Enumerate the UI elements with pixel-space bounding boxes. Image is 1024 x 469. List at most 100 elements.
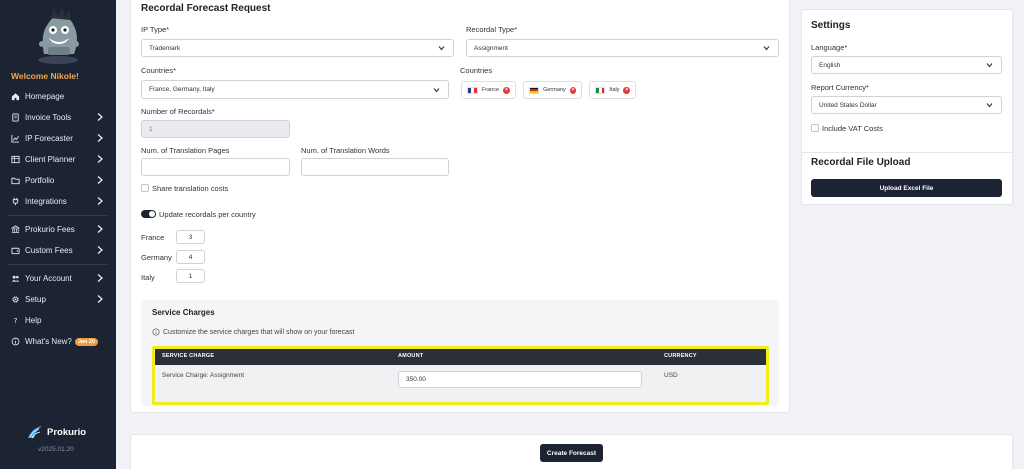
sidebar-item-label: Your Account [25,274,72,283]
settings-divider [801,152,1013,153]
translation-words-input[interactable] [301,158,449,176]
translation-words-label: Num. of Translation Words [301,146,390,155]
question-icon: ? [10,316,20,326]
upload-excel-button[interactable]: Upload Excel File [811,179,1002,197]
selected-countries-label: Countries [460,66,493,75]
sidebar-item-portfolio[interactable]: Portfolio [0,170,116,191]
chevron-down-icon [986,103,993,108]
bank-icon [10,225,20,235]
sidebar-item-setup[interactable]: Setup [0,289,116,310]
chevron-right-icon [97,197,103,205]
sidebar-item-whats-new[interactable]: What's New? Jan 20 [0,331,116,352]
sidebar-item-integrations[interactable]: Integrations [0,191,116,212]
chevron-right-icon [97,176,103,184]
language-select[interactable]: English [811,56,1002,74]
sidebar-item-help[interactable]: ? Help [0,310,116,331]
chevron-right-icon [97,225,103,233]
germany-flag-icon [529,86,540,94]
sidebar-item-label: Help [25,316,42,325]
chevron-right-icon [97,295,103,303]
sidebar-item-homepage[interactable]: Homepage [0,86,116,107]
share-costs-label: Share translation costs [152,184,229,193]
sidebar-item-label: Invoice Tools [25,113,72,122]
remove-france-icon[interactable]: × [503,86,510,94]
per-country-input-germany[interactable]: 4 [176,250,205,264]
per-country-value: 3 [188,233,193,241]
include-vat-checkbox[interactable] [811,124,819,132]
countries-label: Countries* [141,66,177,75]
sidebar-item-your-account[interactable]: Your Account [0,268,116,289]
sidebar-item-label: What's New? [25,337,72,346]
service-charges-hint: Customize the service charges that will … [152,328,354,336]
brand: Prokurio [26,424,86,440]
sidebar-item-client-planner[interactable]: Client Planner [0,149,116,170]
update-per-country-label: Update recordals per country [159,210,256,219]
ip-type-select[interactable]: Trademark [141,39,454,57]
settings-title: Settings [811,20,851,31]
italy-flag-icon [595,86,606,94]
num-recordals-value: 1 [149,125,153,133]
remove-italy-icon[interactable]: × [623,86,630,94]
per-country-value: 1 [188,272,193,280]
users-icon [10,274,20,284]
share-costs-checkbox[interactable] [141,184,149,192]
per-country-input-france[interactable]: 3 [176,230,205,244]
sidebar-item-custom-fees[interactable]: Custom Fees [0,240,116,261]
per-country-label-france: France [141,233,165,242]
chevron-down-icon [438,46,445,51]
translation-pages-label: Num. of Translation Pages [141,146,230,155]
report-currency-label: Report Currency* [811,83,869,92]
chevron-right-icon [97,246,103,254]
prokurio-logo-icon [28,426,42,439]
sidebar-item-label: IP Forecaster [25,134,73,143]
country-chip-germany: Germany × [523,81,582,99]
language-value: English [819,61,841,69]
chevron-right-icon [97,134,103,142]
sidebar-item-invoice-tools[interactable]: Invoice Tools [0,107,116,128]
countries-value: France, Germany, Italy [149,86,215,93]
gear-icon [10,295,20,305]
chevron-right-icon [97,155,103,163]
sidebar-item-label: Prokurio Fees [25,225,75,234]
recordal-type-label: Recordal Type* [466,25,518,34]
chevron-down-icon [986,63,993,68]
sidebar-item-label: Homepage [25,92,65,101]
translation-pages-input[interactable] [141,158,290,176]
chevron-down-icon [763,46,770,51]
chevron-down-icon [433,87,440,92]
hint-text: Customize the service charges that will … [163,328,355,336]
country-chip-france: France × [461,81,516,99]
per-country-input-italy[interactable]: 1 [176,269,205,283]
info-icon [10,337,20,347]
chart-icon [10,134,20,144]
plug-icon [10,197,20,207]
ip-type-value: Trademark [149,44,181,52]
france-flag-icon [467,86,478,94]
sidebar-item-prokurio-fees[interactable]: Prokurio Fees [0,219,116,240]
update-per-country-toggle[interactable] [141,210,156,218]
highlight-box [152,346,769,405]
version-text: v2025.01.20 [38,446,74,453]
sidebar: Welcome Nikole! Homepage Invoice Tools I… [0,0,116,469]
chip-label: Italy [609,87,620,93]
create-forecast-button[interactable]: Create Forecast [540,444,603,462]
num-recordals-label: Number of Recordals* [141,107,215,116]
home-icon [10,92,20,102]
welcome-text: Welcome Nikole! [11,71,79,81]
recordal-upload-title: Recordal File Upload [811,157,911,168]
remove-germany-icon[interactable]: × [569,86,576,94]
brand-name: Prokurio [47,426,87,438]
recordal-type-select[interactable]: Assignment [466,39,779,57]
sidebar-divider [8,215,108,216]
countries-select[interactable]: France, Germany, Italy [141,80,449,99]
svg-text:?: ? [13,316,17,325]
sidebar-nav: Homepage Invoice Tools IP Forecaster Cli… [0,86,116,352]
recordal-type-value: Assignment [474,44,508,52]
sidebar-item-label: Portfolio [25,176,55,185]
sidebar-item-ip-forecaster[interactable]: IP Forecaster [0,128,116,149]
per-country-label-germany: Germany [141,253,172,262]
sidebar-divider [8,264,108,265]
chip-label: Germany [543,87,566,93]
report-currency-select[interactable]: United States Dollar [811,96,1002,114]
mascot-logo [38,7,79,64]
